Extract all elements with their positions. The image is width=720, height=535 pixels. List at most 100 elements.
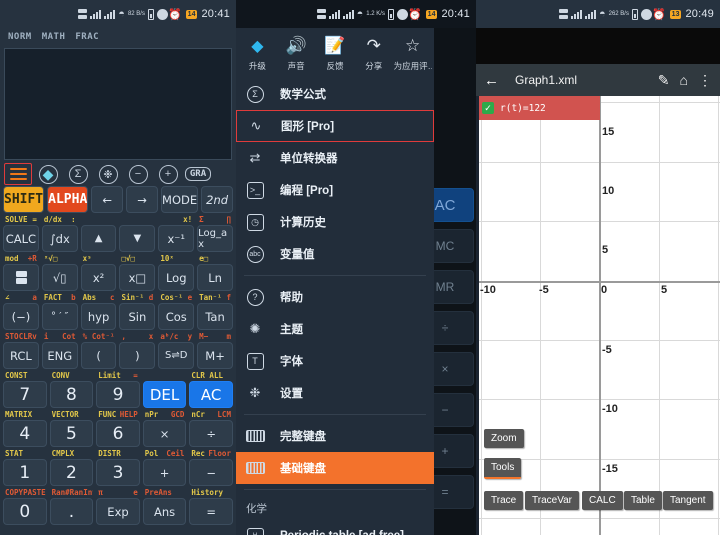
drawer-item-font[interactable]: T 字体 <box>236 345 434 377</box>
key-mem-plus[interactable]: M+ <box>197 342 233 369</box>
key-calc[interactable]: CALC <box>3 225 39 252</box>
table-button[interactable]: Table <box>624 491 662 510</box>
key-sd-toggle[interactable]: S⇌D <box>158 342 195 369</box>
mode-flag-norm: NORM <box>8 32 32 42</box>
tools-button[interactable]: Tools <box>484 458 522 479</box>
drawer-action-share[interactable]: ↷ 分享 <box>355 34 393 72</box>
zoom-button[interactable]: Zoom <box>484 429 524 448</box>
key-8[interactable]: 8 <box>49 381 94 408</box>
key-exp[interactable]: Exp <box>96 498 140 525</box>
drawer-action-upgrade[interactable]: ◆ 升级 <box>238 34 276 72</box>
key-2nd[interactable]: 2nd <box>201 186 234 213</box>
drawer-item-variables[interactable]: abc 变量值 <box>236 238 434 270</box>
key-integral[interactable]: ∫dx <box>41 225 78 252</box>
drawer-action-rate[interactable]: ☆ 为应用评… <box>394 34 432 72</box>
trace-button[interactable]: Trace <box>484 491 524 510</box>
edit-icon[interactable]: ✎ <box>658 72 670 89</box>
key-inverse[interactable]: x⁻¹ <box>158 225 195 252</box>
plus-circle-icon[interactable]: + <box>154 163 182 185</box>
checkbox-icon[interactable]: ✓ <box>482 102 494 114</box>
drawer-item-settings[interactable]: ❉ 设置 <box>236 377 434 409</box>
key-square[interactable]: x² <box>80 264 117 291</box>
key-log[interactable]: Log <box>158 264 195 291</box>
drawer-item-history[interactable]: ◷ 计算历史 <box>236 206 434 238</box>
key-fraction[interactable] <box>3 264 39 291</box>
overflow-icon[interactable]: ⋮ <box>698 72 712 89</box>
key-7[interactable]: 7 <box>3 381 47 408</box>
key-minus[interactable]: − <box>189 459 233 486</box>
drawer-item-formulas[interactable]: Σ 数学公式 <box>236 78 434 110</box>
key-power[interactable]: x□ <box>119 264 156 291</box>
key-6[interactable]: 6 <box>96 420 140 447</box>
equation-bar[interactable]: ✓ r(t)=122 <box>476 96 600 120</box>
key-paren-close[interactable]: ) <box>119 342 156 369</box>
home-icon[interactable]: ⌂ <box>680 72 688 88</box>
back-icon[interactable]: ← <box>484 72 499 89</box>
tracevar-button[interactable]: TraceVar <box>525 491 580 510</box>
key-row: √▯ x² x□ Log Ln <box>3 264 233 291</box>
key-ans[interactable]: Ans <box>142 498 187 525</box>
key-down[interactable]: ▼ <box>119 225 156 252</box>
gem-icon[interactable]: ◆ <box>34 163 62 185</box>
drawer-item-programming[interactable]: >_ 编程 [Pro] <box>236 174 434 206</box>
key-rcl[interactable]: RCL <box>3 342 39 369</box>
drawer-item-label: 数学公式 <box>280 89 326 101</box>
sigma-icon[interactable]: Σ <box>64 163 92 185</box>
key-mode[interactable]: MODE <box>161 186 199 213</box>
key-sublabel-row: COPYPASTE Ran#RanInt π e PreAns History <box>3 487 233 498</box>
calc-button[interactable]: CALC <box>582 491 623 510</box>
key-1[interactable]: 1 <box>3 459 47 486</box>
key-log-base[interactable]: Log_a x <box>197 225 233 252</box>
gear-icon[interactable]: ❉ <box>94 163 122 185</box>
key-eng[interactable]: ENG <box>41 342 78 369</box>
sub-label: a <box>32 293 37 302</box>
drawer-item-graph[interactable]: ∿ 图形 [Pro] <box>236 110 434 142</box>
menu-icon[interactable] <box>4 163 32 185</box>
key-5[interactable]: 5 <box>49 420 94 447</box>
sub-label: +R <box>27 254 37 263</box>
drawer-action-sound[interactable]: 🔊 声音 <box>277 34 315 72</box>
equation-text: r(t)=122 <box>500 102 546 114</box>
key-divide[interactable]: ÷ <box>189 420 233 447</box>
key-shift[interactable]: SHIFT <box>3 186 45 213</box>
key-9[interactable]: 9 <box>96 381 140 408</box>
drawer-item-basic-keyboard[interactable]: 基础键盘 <box>236 452 434 484</box>
key-tan[interactable]: Tan <box>197 303 233 330</box>
key-ac[interactable]: AC <box>189 381 233 408</box>
convert-icon: ⇄ <box>249 150 261 165</box>
key-negate[interactable]: (−) <box>3 303 39 330</box>
key-up[interactable]: ▲ <box>80 225 117 252</box>
key-2[interactable]: 2 <box>49 459 94 486</box>
key-equals[interactable]: = <box>189 498 233 525</box>
drawer-item-theme[interactable]: ✺ 主题 <box>236 313 434 345</box>
graph-canvas[interactable]: 15 10 5 -5 -10 -15 -10 -5 0 5 ✓ r(t)=122… <box>476 96 720 535</box>
key-plus[interactable]: + <box>142 459 187 486</box>
key-multiply[interactable]: × <box>142 420 187 447</box>
drawer-action-feedback[interactable]: 📝 反馈 <box>316 34 354 72</box>
calculator-display[interactable] <box>4 48 232 160</box>
sub-label: Ran# <box>51 488 70 497</box>
key-left-arrow[interactable]: ← <box>91 186 124 213</box>
angle-mode-badge[interactable]: GRA <box>184 163 212 185</box>
tangent-button[interactable]: Tangent <box>663 491 713 510</box>
drawer-item-help[interactable]: ? 帮助 <box>236 281 434 313</box>
key-decimal[interactable]: . <box>49 498 94 525</box>
key-cos[interactable]: Cos <box>158 303 195 330</box>
key-ln[interactable]: Ln <box>197 264 233 291</box>
drawer-item-periodic-table[interactable]: H Periodic table [ad free] <box>236 520 434 535</box>
key-sqrt[interactable]: √▯ <box>41 264 78 291</box>
minus-circle-icon[interactable]: − <box>124 163 152 185</box>
key-3[interactable]: 3 <box>96 459 140 486</box>
drawer-item-full-keyboard[interactable]: 完整键盘 <box>236 420 434 452</box>
key-right-arrow[interactable]: → <box>126 186 159 213</box>
key-sin[interactable]: Sin <box>119 303 156 330</box>
key-dms[interactable]: ° ′ ″ <box>41 303 78 330</box>
key-paren-open[interactable]: ( <box>80 342 117 369</box>
key-hyp[interactable]: hyp <box>80 303 117 330</box>
key-alpha[interactable]: ALPHA <box>47 186 89 213</box>
drawer-item-unit-converter[interactable]: ⇄ 单位转换器 <box>236 142 434 174</box>
sim-icon <box>316 8 326 20</box>
key-0[interactable]: 0 <box>3 498 47 525</box>
key-4[interactable]: 4 <box>3 420 47 447</box>
key-del[interactable]: DEL <box>142 381 187 408</box>
